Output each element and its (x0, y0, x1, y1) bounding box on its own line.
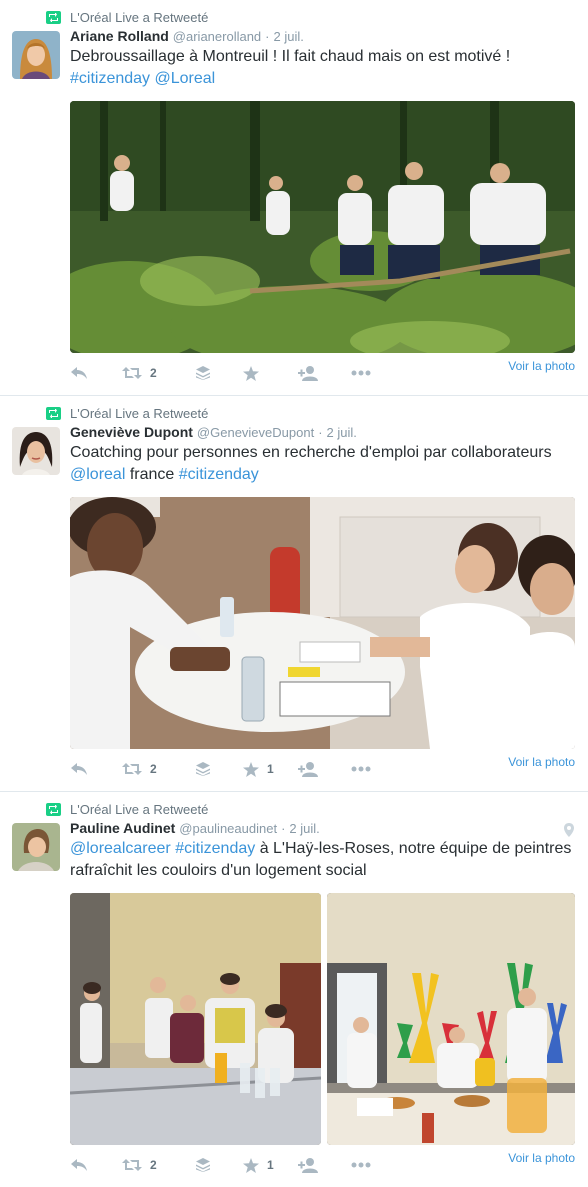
tweet-text-mid: france (129, 466, 175, 483)
retweet-count: 2 (150, 366, 157, 380)
retweet-icon (46, 406, 61, 420)
retweet-context: L'Oréal Live a Retweeté (46, 801, 208, 817)
more-button[interactable] (351, 363, 371, 383)
retweet-icon (46, 10, 61, 24)
more-button[interactable] (351, 759, 371, 779)
favorite-count: 1 (267, 1158, 274, 1172)
more-dots-icon (351, 766, 371, 772)
tweet-1[interactable]: L'Oréal Live a Retweeté Ariane Rolland @… (0, 0, 588, 396)
reply-button[interactable] (70, 759, 88, 779)
star-icon (243, 365, 259, 381)
tweet-photo[interactable] (327, 893, 575, 1145)
layers-icon (196, 366, 210, 380)
author-username[interactable]: @paulineaudinet (179, 821, 277, 836)
tweet-text-body: à L'Haÿ-les-Roses, notre équipe de peint… (259, 840, 572, 857)
favorite-button[interactable]: 1 (243, 759, 274, 779)
retweet-action-icon (122, 367, 142, 379)
author-username[interactable]: @GenevieveDupont (197, 425, 314, 440)
tweet-actions: 2 1 (70, 759, 578, 779)
tweet-actions: 2 1 (70, 1155, 578, 1175)
reply-icon (71, 367, 87, 379)
more-button[interactable] (351, 1155, 371, 1175)
author-fullname[interactable]: Ariane Rolland (70, 28, 169, 44)
retweet-button[interactable]: 2 (122, 759, 157, 779)
tweet-text-line2: rafraîchit les couloirs d'un logement so… (70, 862, 367, 879)
tweet-photo[interactable] (70, 497, 575, 749)
tweet-2[interactable]: L'Oréal Live a Retweeté Geneviève Dupont… (0, 396, 588, 792)
layers-icon (196, 762, 210, 776)
follow-button[interactable] (298, 363, 318, 383)
avatar[interactable] (12, 31, 60, 79)
more-dots-icon (351, 370, 371, 376)
view-photo-link[interactable]: Voir la photo (508, 359, 575, 373)
favorite-button[interactable] (243, 363, 259, 383)
tweet-text: Debroussaillage à Montreuil ! Il fait ch… (70, 46, 578, 90)
tweet-timestamp[interactable]: 2 juil. (327, 425, 357, 440)
retweet-icon (46, 802, 61, 816)
hashtag-link[interactable]: #citizenday (70, 70, 150, 87)
more-dots-icon (351, 1162, 371, 1168)
tweet-3[interactable]: L'Oréal Live a Retweeté Pauline Audinet … (0, 792, 588, 1187)
pocket-button[interactable] (196, 759, 210, 779)
follow-button[interactable] (298, 1155, 318, 1175)
view-photo-link[interactable]: Voir la photo (508, 1151, 575, 1165)
tweet-actions: 2 (70, 363, 578, 383)
add-user-icon (298, 1157, 318, 1173)
tweet-text: @lorealcareer #citizenday à L'Haÿ-les-Ro… (70, 838, 578, 882)
retweet-action-icon (122, 763, 142, 775)
avatar[interactable] (12, 427, 60, 475)
add-user-icon (298, 365, 318, 381)
author-fullname[interactable]: Pauline Audinet (70, 820, 175, 836)
mention-link[interactable]: @Loreal (155, 70, 216, 87)
mention-link[interactable]: @loreal (70, 466, 125, 483)
retweet-context-label: L'Oréal Live a Retweeté (70, 405, 209, 421)
pocket-button[interactable] (196, 1155, 210, 1175)
view-photo-link[interactable]: Voir la photo (508, 755, 575, 769)
retweet-count: 2 (150, 1158, 157, 1172)
reply-button[interactable] (70, 1155, 88, 1175)
reply-icon (71, 763, 87, 775)
retweet-context: L'Oréal Live a Retweeté (46, 405, 208, 421)
author-username[interactable]: @arianerolland (173, 29, 261, 44)
tweet-photo[interactable] (70, 101, 575, 353)
location-pin-icon[interactable] (564, 823, 574, 837)
hashtag-link[interactable]: #citizenday (175, 840, 255, 857)
retweet-button[interactable]: 2 (122, 1155, 157, 1175)
star-icon (243, 1157, 259, 1173)
favorite-count: 1 (267, 762, 274, 776)
tweet-text-body: Debroussaillage à Montreuil ! Il fait ch… (70, 48, 511, 65)
favorite-button[interactable]: 1 (243, 1155, 274, 1175)
retweet-count: 2 (150, 762, 157, 776)
layers-icon (196, 1158, 210, 1172)
reply-button[interactable] (70, 363, 88, 383)
tweet-text: Coatching pour personnes en recherche d'… (70, 442, 578, 486)
tweet-text-body: Coatching pour personnes en recherche d'… (70, 444, 552, 461)
tweet-timestamp[interactable]: 2 juil. (289, 821, 319, 836)
add-user-icon (298, 761, 318, 777)
pocket-button[interactable] (196, 363, 210, 383)
header-separator: · (265, 29, 270, 44)
retweet-context-label: L'Oréal Live a Retweeté (70, 9, 209, 25)
retweet-action-icon (122, 1159, 142, 1171)
tweet-timestamp[interactable]: 2 juil. (274, 29, 304, 44)
retweet-button[interactable]: 2 (122, 363, 157, 383)
reply-icon (71, 1159, 87, 1171)
follow-button[interactable] (298, 759, 318, 779)
retweet-context-label: L'Oréal Live a Retweeté (70, 801, 209, 817)
header-separator: · (318, 425, 323, 440)
author-fullname[interactable]: Geneviève Dupont (70, 424, 193, 440)
hashtag-link[interactable]: #citizenday (179, 466, 259, 483)
header-separator: · (281, 821, 286, 836)
retweet-context: L'Oréal Live a Retweeté (46, 9, 208, 25)
tweet-photo[interactable] (70, 893, 321, 1145)
star-icon (243, 761, 259, 777)
mention-link[interactable]: @lorealcareer (70, 840, 171, 857)
avatar[interactable] (12, 823, 60, 871)
